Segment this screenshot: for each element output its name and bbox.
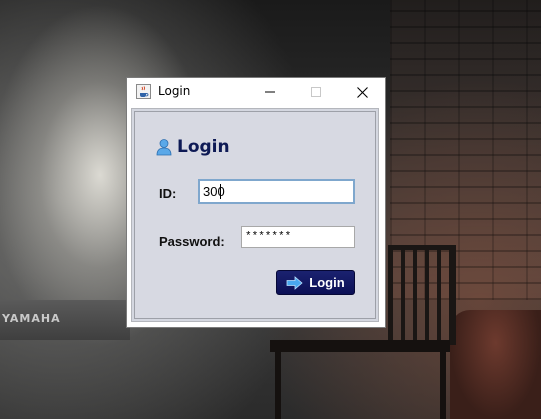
login-panel: Login ID: Password: Login: [131, 108, 379, 322]
maximize-icon: [311, 87, 321, 97]
piano-brand-text: YAMAHA: [2, 312, 61, 325]
window-title: Login: [158, 84, 191, 98]
java-cup-icon: [136, 84, 151, 99]
login-button[interactable]: Login: [276, 270, 355, 295]
login-heading-text: Login: [177, 137, 230, 157]
background-sofa: [450, 310, 541, 419]
arrow-right-icon: [286, 275, 303, 290]
login-window: Login Login ID: 300 Password: ******* Lo…: [126, 77, 386, 328]
password-label: Password:: [159, 234, 225, 249]
login-button-label: Login: [309, 275, 345, 290]
maximize-button[interactable]: [293, 78, 339, 106]
login-panel-inner: Login ID: Password: Login: [134, 111, 376, 319]
text-caret: [220, 184, 221, 199]
password-field[interactable]: [241, 226, 355, 248]
close-button[interactable]: [339, 78, 385, 106]
id-field[interactable]: [198, 179, 355, 204]
login-heading: Login: [155, 137, 230, 157]
background-piano: YAMAHA: [0, 300, 130, 340]
minimize-icon: [265, 91, 275, 93]
user-icon: [155, 138, 173, 156]
id-label: ID:: [159, 186, 177, 201]
title-bar[interactable]: Login: [127, 78, 385, 106]
close-icon: [356, 86, 368, 98]
minimize-button[interactable]: [247, 78, 293, 106]
